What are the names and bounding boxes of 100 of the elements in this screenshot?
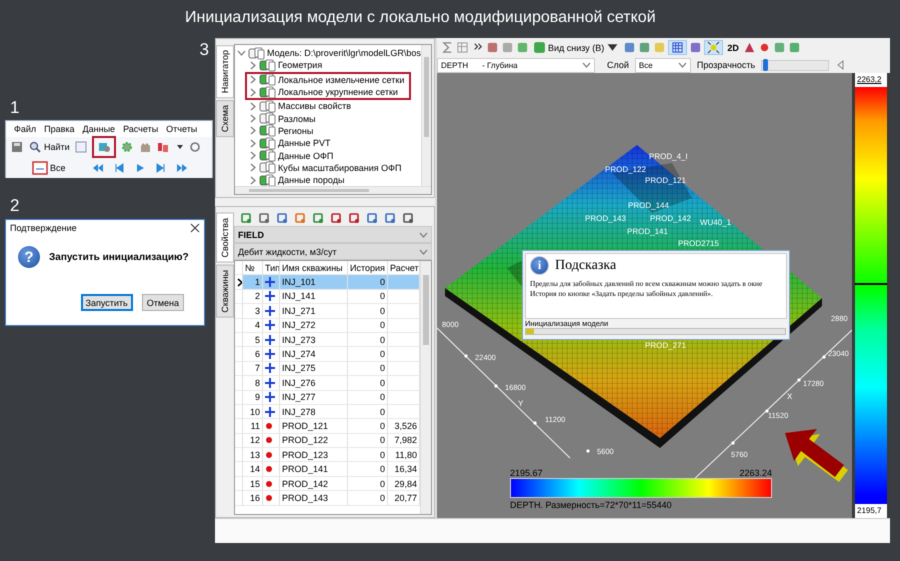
layer-label: Слой <box>607 60 629 70</box>
row-header-cell[interactable] <box>235 332 243 348</box>
menu-item[interactable]: Правка <box>44 124 75 135</box>
loaded-cube-icon <box>259 136 276 150</box>
row-header-cell[interactable] <box>235 290 243 304</box>
table-cell: 8 <box>243 376 263 391</box>
tree-item-label: Локальное укрупнение сетки <box>278 87 398 98</box>
injector-plus-icon <box>265 320 275 330</box>
tree-item[interactable]: Данные PVT <box>237 137 421 150</box>
last-icon[interactable] <box>154 162 167 172</box>
row-header-cell[interactable] <box>235 318 243 333</box>
table-cell <box>388 275 420 290</box>
column-header[interactable]: Имя скважины <box>280 261 348 276</box>
property-dropdown[interactable]: DEPTH - Глубина <box>437 58 595 72</box>
row-header-cell[interactable] <box>235 491 243 506</box>
producer-dot-icon <box>265 494 273 502</box>
tree-item[interactable]: Данные породы <box>237 174 421 186</box>
tree-item-label: Разломы <box>278 114 316 124</box>
injector-plus-icon <box>265 334 275 345</box>
scrollbar[interactable] <box>420 45 431 186</box>
view-dropdown-button[interactable]: Вид снизу (B) <box>531 41 622 54</box>
tree-item[interactable]: Данные ОФП <box>237 149 421 162</box>
scrollbar[interactable] <box>235 186 431 194</box>
menu-item[interactable]: Данные <box>82 124 116 135</box>
close-icon[interactable] <box>190 223 200 233</box>
row-header-cell[interactable] <box>235 390 243 405</box>
row-header-cell[interactable] <box>235 347 243 362</box>
tree-item-label: Геометрия <box>278 60 322 70</box>
triangle-icon[interactable] <box>742 41 756 54</box>
menu-item[interactable]: Расчеты <box>123 124 158 135</box>
rewind-icon[interactable] <box>92 162 104 172</box>
table-cell: 14 <box>243 462 263 477</box>
row-header-cell[interactable] <box>235 434 243 448</box>
dropdown-chevron-icon <box>678 61 687 69</box>
find-button[interactable]: Найти <box>28 140 70 154</box>
well-label: PROD_141 <box>627 227 668 236</box>
table-cell: 0 <box>348 376 388 391</box>
tree-item[interactable]: Геометрия <box>237 59 421 72</box>
transparency-label: Прозрачность <box>696 60 756 70</box>
side-tab[interactable]: Свойства <box>216 213 234 263</box>
tree-item[interactable]: Локальное измельчение сетки <box>249 74 409 86</box>
row-header-cell[interactable] <box>235 448 243 462</box>
table-cell: PROD_123 <box>280 448 348 462</box>
object-dropdown[interactable]: FIELD <box>234 226 432 243</box>
layer-dropdown[interactable]: Все <box>634 58 691 72</box>
menu-item[interactable]: Файл <box>14 124 36 135</box>
row-header-cell[interactable] <box>235 362 243 376</box>
tree-item[interactable]: Регионы <box>237 124 421 138</box>
row-header-cell[interactable] <box>235 419 243 434</box>
column-header[interactable]: История <box>348 261 388 276</box>
table-cell: 0 <box>348 275 388 290</box>
side-tab[interactable]: Навигатор <box>216 45 234 98</box>
producer-dot-icon <box>265 480 273 488</box>
row-header-cell[interactable] <box>235 304 243 319</box>
well-label: PROD2715 <box>678 239 719 248</box>
loaded-cube-icon <box>259 86 276 99</box>
tree-item[interactable]: Кубы масштабирования ОФП <box>237 162 421 174</box>
question-icon: ? <box>18 246 40 268</box>
empty-cube-icon <box>259 100 276 113</box>
row-header-cell[interactable] <box>235 476 243 492</box>
first-icon[interactable] <box>112 162 125 172</box>
period-button[interactable]: Все <box>32 160 66 176</box>
loaded-cube-icon <box>259 149 276 162</box>
fit-toggle[interactable] <box>704 40 724 55</box>
tree-root-label[interactable]: Модель: D:\proverit\lgr\modelLGR\bos <box>267 48 421 58</box>
2d-mode-button[interactable]: 2D <box>725 42 741 52</box>
sum-icon[interactable] <box>441 41 454 54</box>
column-header[interactable]: № <box>243 261 263 276</box>
injector-plus-icon <box>265 349 275 360</box>
fast-forward-icon[interactable] <box>176 162 188 172</box>
calendar-icon[interactable] <box>74 140 88 154</box>
tree-item[interactable]: Массивы свойств <box>237 100 421 112</box>
row-pointer-icon <box>237 278 242 287</box>
menu-item[interactable]: Отчеты <box>166 124 198 135</box>
gear-icon[interactable] <box>120 140 134 154</box>
table-cell: INJ_273 <box>280 332 348 348</box>
parameter-dropdown[interactable]: Дебит жидкости, м3/сут <box>234 243 432 260</box>
panel-toggle-icon[interactable] <box>835 59 846 71</box>
tree-item[interactable]: Разломы <box>237 112 421 125</box>
side-tab[interactable]: Скважины <box>216 264 234 318</box>
tree-item-label: Кубы масштабирования ОФП <box>278 162 402 173</box>
dialog-button[interactable]: Отмена <box>142 294 184 311</box>
page-title: Инициализация модели с локально модифицированной сеткой <box>184 8 657 28</box>
dialog-button[interactable]: Запустить <box>80 294 133 311</box>
grid-toggle[interactable] <box>668 40 688 55</box>
table-cell: INJ_274 <box>280 347 348 362</box>
column-header[interactable]: Расчет <box>388 261 420 276</box>
collapse-chevron-icon[interactable] <box>237 48 246 58</box>
transparency-slider[interactable] <box>761 60 830 70</box>
well-label: PROD_271 <box>645 341 686 350</box>
tree-item[interactable]: Локальное укрупнение сетки <box>249 86 409 98</box>
step-number: 3 <box>200 40 209 58</box>
caret-icon[interactable] <box>176 143 184 151</box>
row-header-cell[interactable] <box>235 404 243 420</box>
row-header-cell[interactable] <box>235 376 243 391</box>
side-tab[interactable]: Схема <box>216 100 234 138</box>
scrollbar[interactable] <box>420 261 431 514</box>
table-cell: 0 <box>348 318 388 333</box>
row-header-cell[interactable] <box>235 462 243 477</box>
column-header[interactable]: Тип <box>263 261 280 276</box>
